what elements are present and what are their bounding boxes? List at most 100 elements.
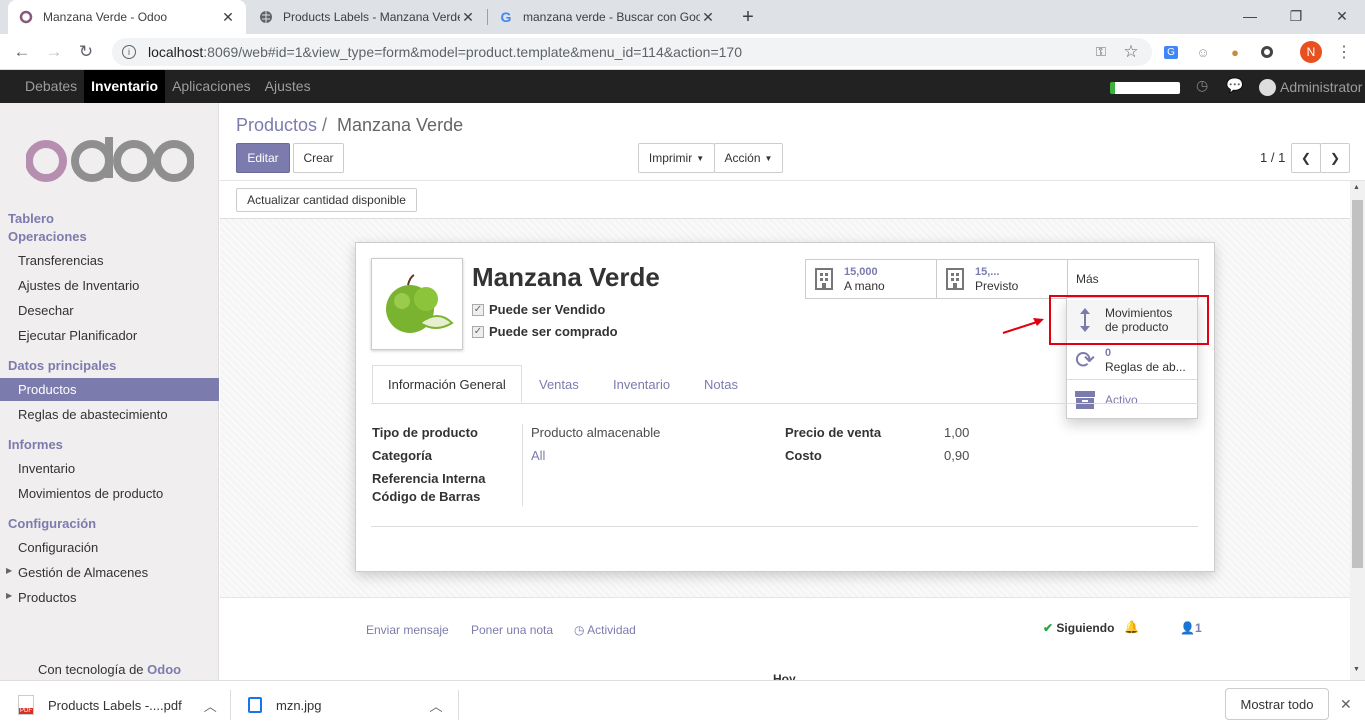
back-icon[interactable]: ← [10,40,34,64]
following-button[interactable]: ✔ Siguiendo [1043,621,1114,635]
forecast-stat-button[interactable]: 15,... Previsto [936,259,1068,299]
sidebar-item-productos[interactable]: Productos [0,378,219,401]
scroll-down-icon[interactable]: ▼ [1353,666,1360,673]
sale-ok-checkbox[interactable]: ✓ [472,304,484,316]
forecast-label: Previsto [975,278,1019,293]
building-icon [945,267,965,291]
profile-avatar[interactable]: N [1300,41,1322,63]
sidebar-item-transferencias[interactable]: Transferencias [0,249,219,272]
download-item-pdf[interactable]: PDF Products Labels -....pdf ︿ [18,686,228,724]
download-item-jpg[interactable]: mzn.jpg ︿ [248,686,458,724]
close-window-icon[interactable]: ✕ [1319,0,1365,32]
sidebar-section-tablero[interactable]: Tablero [8,211,54,226]
chevron-up-icon[interactable]: ︿ [204,696,217,715]
info-icon[interactable]: i [122,45,136,59]
restore-icon[interactable]: ❐ [1273,0,1319,32]
send-message-link[interactable]: Enviar mensaje [366,623,449,637]
minimize-icon[interactable]: — [1227,0,1273,32]
tipo-producto-value[interactable]: Producto almacenable [531,425,660,440]
activity-link[interactable]: ◷ Actividad [574,623,636,637]
costo-value[interactable]: 0,90 [944,448,969,463]
precio-venta-value[interactable]: 1,00 [944,425,969,440]
browser-menu-icon[interactable]: ⋮ [1333,41,1355,63]
key-icon[interactable]: ⚿ [1090,41,1112,63]
extension-icon[interactable]: ☺ [1192,41,1214,63]
tab-title: Products Labels - Manzana Verde [283,10,460,24]
close-tab-icon[interactable]: ✕ [700,9,716,26]
chat-icon[interactable]: 💬 [1226,77,1243,94]
close-downloads-icon[interactable]: ✕ [1340,696,1352,713]
sidebar-item-config-productos[interactable]: Productos [0,586,219,609]
browser-tab-labels[interactable]: Products Labels - Manzana Verde ✕ [248,0,486,34]
breadcrumb-separator: / [322,115,328,135]
cookie-icon[interactable]: ● [1224,41,1246,63]
close-tab-icon[interactable]: ✕ [460,9,476,26]
powered-by-brand[interactable]: Odoo [147,662,181,677]
categoria-value[interactable]: All [531,448,545,463]
precio-venta-label: Precio de venta [785,425,882,440]
activity-clock-icon[interactable]: ◷ [1196,77,1208,94]
translate-icon[interactable]: G [1160,41,1182,63]
sidebar-item-inventario[interactable]: Inventario [0,457,219,480]
sale-ok-label: Puede ser Vendido [489,302,606,317]
sidebar-section-datos: Datos principales [8,358,117,373]
pager-next-button[interactable]: ❯ [1320,143,1350,173]
sidebar-item-movimientos[interactable]: Movimientos de producto [0,482,219,505]
sidebar-item-ajustes-inventario[interactable]: Ajustes de Inventario [0,274,219,297]
scroll-up-icon[interactable]: ▲ [1353,184,1360,191]
browser-tab-strip: Manzana Verde - Odoo ✕ Products Labels -… [0,0,1365,34]
codigo-barras-label: Código de Barras [372,489,481,504]
nav-inventario[interactable]: Inventario [84,70,166,103]
pager-value[interactable]: 1 / 1 [1260,150,1285,165]
address-bar[interactable]: i localhost:8069/web#id=1&view_type=form… [112,38,1152,66]
purchase-ok-checkbox[interactable]: ✓ [472,326,484,338]
scrollbar-thumb[interactable] [1352,200,1363,568]
product-image[interactable] [371,258,463,350]
user-icon: 👤 [1180,621,1195,635]
reorder-rules-button[interactable]: ⟳ 0 Reglas de ab... [1067,340,1197,380]
update-quantity-button[interactable]: Actualizar cantidad disponible [236,188,417,212]
reload-icon[interactable]: ↻ [74,40,98,64]
sidebar-item-gestion-almacenes[interactable]: Gestión de Almacenes [0,561,219,584]
odoo-logo[interactable] [25,133,195,188]
show-all-downloads-button[interactable]: Mostrar todo [1225,688,1329,720]
sidebar-item-ejecutar-planificador[interactable]: Ejecutar Planificador [0,324,219,347]
nav-ajustes[interactable]: Ajustes [258,70,318,103]
onhand-stat-button[interactable]: 15,000 A mano [805,259,937,299]
more-stat-button[interactable]: Más [1067,259,1199,299]
create-button[interactable]: Crear [293,143,344,173]
pager-previous-button[interactable]: ❮ [1291,143,1321,173]
browser-tab-google[interactable]: G manzana verde - Buscar con Google ✕ [488,0,726,34]
tab-ventas[interactable]: Ventas [524,365,594,403]
caret-down-icon: ▼ [764,153,773,163]
followers-button[interactable]: 👤1 [1180,621,1202,635]
user-menu[interactable]: Administrator [1280,79,1362,95]
product-name[interactable]: Manzana Verde [472,262,660,293]
forward-icon[interactable]: → [42,40,66,64]
star-icon[interactable]: ☆ [1120,41,1142,63]
breadcrumb-productos[interactable]: Productos [236,115,317,136]
sidebar-item-reglas[interactable]: Reglas de abastecimiento [0,403,219,426]
tab-inventario[interactable]: Inventario [598,365,685,403]
extension-2-icon[interactable] [1256,41,1278,63]
nav-aplicaciones[interactable]: Aplicaciones [165,70,258,103]
sidebar-item-desechar[interactable]: Desechar [0,299,219,322]
tab-informacion-general[interactable]: Información General [372,365,522,403]
bell-icon[interactable]: 🔔 [1124,620,1139,634]
chevron-up-icon[interactable]: ︿ [430,696,443,715]
purchase-ok-label: Puede ser comprado [489,324,618,339]
url-host: localhost [148,44,204,60]
browser-tab-odoo[interactable]: Manzana Verde - Odoo ✕ [8,0,246,34]
nav-debates[interactable]: Debates [18,70,84,103]
archive-toggle-button[interactable]: Activo [1067,380,1197,420]
tab-notas[interactable]: Notas [689,365,753,403]
edit-button[interactable]: Editar [236,143,290,173]
action-dropdown-button[interactable]: Acción ▼ [714,143,783,173]
new-tab-button[interactable]: + [737,6,759,28]
log-note-link[interactable]: Poner una nota [471,623,553,637]
user-avatar[interactable] [1259,79,1276,96]
sidebar-item-configuracion[interactable]: Configuración [0,536,219,559]
print-dropdown-button[interactable]: Imprimir ▼ [638,143,715,173]
close-tab-icon[interactable]: ✕ [220,9,236,26]
date-separator: Hoy [773,672,796,680]
